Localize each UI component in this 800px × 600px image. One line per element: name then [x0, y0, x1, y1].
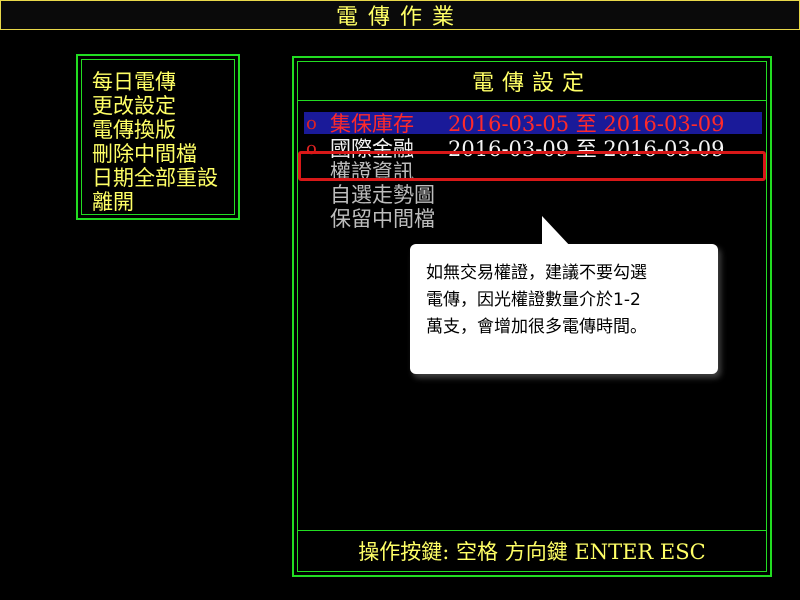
callout-line-3: 萬支，會增加很多電傳時間。 [426, 317, 647, 337]
menu-item-reset-all-dates[interactable]: 日期全部重設 [92, 166, 234, 190]
checked-marker-icon: o [306, 112, 317, 134]
tooltip-callout: 如無交易權證，建議不要勾選 電傳，因光權證數量介於1-2 萬支，會增加很多電傳時… [410, 244, 718, 374]
main-menu-frame: 每日電傳 更改設定 電傳換版 刪除中間檔 日期全部重設 離開 [81, 59, 235, 215]
menu-item-change-settings[interactable]: 更改設定 [92, 94, 234, 118]
main-menu-list: 每日電傳 更改設定 電傳換版 刪除中間檔 日期全部重設 離開 [82, 60, 234, 214]
warrant-info-highlight [298, 151, 766, 181]
callout-line-1: 如無交易權證，建議不要勾選 [426, 263, 647, 283]
menu-item-exit[interactable]: 離開 [92, 190, 234, 214]
setting-item-custom-trend-chart[interactable]: 自選走勢圖 [304, 183, 762, 207]
main-menu: 每日電傳 更改設定 電傳換版 刪除中間檔 日期全部重設 離開 [76, 54, 240, 220]
settings-panel-title: 電傳設定 [471, 71, 592, 96]
menu-item-switch-version[interactable]: 電傳換版 [92, 118, 234, 142]
callout-line-2: 電傳，因光權證數量介於1-2 [426, 290, 641, 310]
menu-item-daily-transfer[interactable]: 每日電傳 [92, 70, 234, 94]
window-title: 電傳作業 [335, 5, 464, 30]
settings-panel-header: 電傳設定 [298, 62, 766, 101]
setting-item-label: 保留中間檔 [330, 207, 435, 231]
settings-panel-footer: 操作按鍵: 空格 方向鍵 ENTER ESC [298, 530, 766, 571]
key-instructions: 操作按鍵: 空格 方向鍵 ENTER ESC [358, 540, 706, 564]
setting-item-custody-inventory[interactable]: o 集保庫存 2016-03-05 至 2016-03-09 [304, 112, 762, 136]
menu-item-delete-temp-files[interactable]: 刪除中間檔 [92, 142, 234, 166]
title-bar: 電傳作業 [0, 0, 800, 30]
